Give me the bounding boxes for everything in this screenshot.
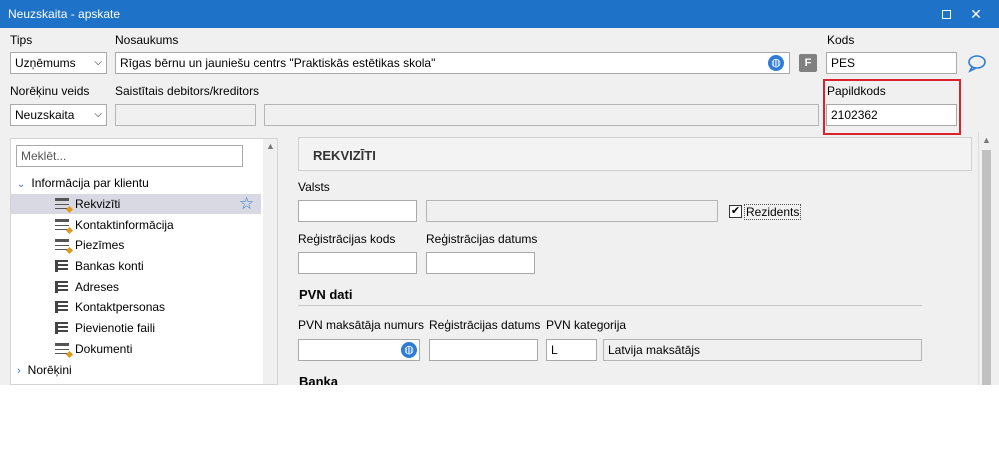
saistitais-label: Saistītais debitors/kreditors [115,84,260,98]
star-icon[interactable]: ☆ [239,194,254,214]
tree-item-label: Rekvizīti [75,197,121,211]
tree-item-adreses[interactable]: Adreses [55,277,119,297]
rezidents-checkbox[interactable]: ✔ [729,205,742,218]
tree-item-label: Bankas konti [75,259,144,273]
tree-item-rekviziti[interactable]: Rekvizīti ☆ [11,194,261,214]
chevron-down-icon: ⌄ [17,179,26,190]
pvn-numurs-label: PVN maksātāja numurs [298,318,425,332]
close-button[interactable]: ✕ [962,4,990,24]
nosaukums-field[interactable]: Rīgas bērnu un jauniešu centrs "Praktisk… [115,52,790,74]
tree-search-input[interactable]: Meklēt... [16,145,243,167]
chevron-right-icon: › [17,365,21,377]
grid-icon [55,260,68,272]
tree-item-kontaktinformacija[interactable]: Kontaktinformācija [55,215,174,235]
tree-group-label: Informācija par klientu [31,176,149,190]
f-badge[interactable]: F [799,54,817,72]
close-icon: ✕ [970,6,982,22]
grid-icon [55,301,68,313]
saistitais-code-field[interactable] [115,104,256,126]
pvn-kategorija-code: L [551,343,558,357]
tree-item-kontaktpersonas[interactable]: Kontaktpersonas [55,297,165,317]
pvn-kategorija-name-field[interactable]: Latvija maksātājs [603,339,922,361]
globe-icon[interactable]: ◍ [401,342,417,358]
valsts-label: Valsts [298,180,330,194]
reg-kods-field[interactable] [298,252,417,274]
banka-section-title: Banka [299,374,339,385]
reg-datums-field[interactable] [426,252,535,274]
section-header: REKVIZĪTI [298,137,972,171]
tree-group-label: Norēķini [27,363,72,377]
maximize-button[interactable] [932,4,960,24]
scroll-up-icon[interactable]: ▲ [982,135,991,145]
chevron-down-icon: ⌵ [94,109,102,120]
form-scrollbar[interactable]: ▲ [978,132,994,385]
grid-icon [55,322,68,334]
tree-item-pievienotie-faili[interactable]: Pievienotie faili [55,318,155,338]
kods-value: PES [831,56,856,70]
tips-value: Uzņēmums [15,56,76,70]
tree-item-label: Piezīmes [75,238,125,252]
tree-item-label: Pievienotie faili [75,321,156,335]
tree-item-label: Adreses [75,280,120,294]
pvn-kategorija-name: Latvija maksātājs [608,343,701,357]
maximize-icon [941,10,951,19]
saistitais-name-field[interactable] [264,104,819,126]
tips-label: Tips [10,33,33,47]
tree-group-klients[interactable]: ⌄ Informācija par klientu [17,173,149,193]
valsts-name-field[interactable] [426,200,718,222]
window-title: Neuzskaita - apskate [8,7,121,21]
tree-item-label: Dokumenti [75,342,133,356]
pvn-kategorija-code-field[interactable]: L [546,339,597,361]
pvn-reg-datums-field[interactable] [429,339,538,361]
section-title: REKVIZĪTI [313,148,376,163]
tree-group-noreķini[interactable]: › Norēķini [17,360,72,380]
form-icon [55,198,69,210]
title-bar: Neuzskaita - apskate ✕ [0,0,999,28]
grid-icon [55,281,68,293]
noreķinu-veids-value: Neuzskaita [15,108,75,122]
scrollbar-thumb[interactable] [982,150,991,385]
valsts-code-field[interactable] [298,200,417,222]
papildkods-highlight [823,79,961,135]
pvn-kategorija-label: PVN kategorija [546,318,627,332]
kods-label: Kods [827,33,855,47]
tips-select[interactable]: Uzņēmums ⌵ [10,52,107,74]
tree-item-bankas-konti[interactable]: Bankas konti [55,256,144,276]
tree-item-piezimes[interactable]: Piezīmes [55,235,124,255]
scroll-up-icon[interactable]: ▲ [266,141,275,151]
tree-scrollbar[interactable]: ▲ [263,139,277,384]
tree-item-label: Kontaktinformācija [75,218,174,232]
chat-icon[interactable] [966,53,988,73]
form-icon [55,239,69,251]
rezidents-label: Rezidents [744,204,802,220]
nosaukums-value: Rīgas bērnu un jauniešu centrs "Praktisk… [120,56,436,70]
tree-item-dokumenti[interactable]: Dokumenti [55,339,132,359]
tree-search-placeholder: Meklēt... [21,149,67,163]
tree-item-label: Kontaktpersonas [75,300,166,314]
pvn-section-title: PVN dati [299,287,353,302]
nosaukums-label: Nosaukums [115,33,179,47]
reg-datums-label: Reģistrācijas datums [426,232,538,246]
form-icon [55,343,69,355]
pvn-reg-datums-label: Reģistrācijas datums [429,318,541,332]
reg-kods-label: Reģistrācijas kods [298,232,396,246]
noreķinu-veids-select[interactable]: Neuzskaita ⌵ [10,104,107,126]
pvn-divider [298,305,922,306]
window: Neuzskaita - apskate ✕ Tips Nosaukums Ko… [0,0,999,385]
chevron-down-icon: ⌵ [94,57,102,68]
noreķinu-veids-label: Norēķinu veids [10,84,90,98]
globe-icon[interactable]: ◍ [768,55,784,71]
kods-field[interactable]: PES [826,52,957,74]
navigation-tree: Meklēt... ⌄ Informācija par klientu Rekvi… [10,138,278,385]
form-icon [55,219,69,231]
